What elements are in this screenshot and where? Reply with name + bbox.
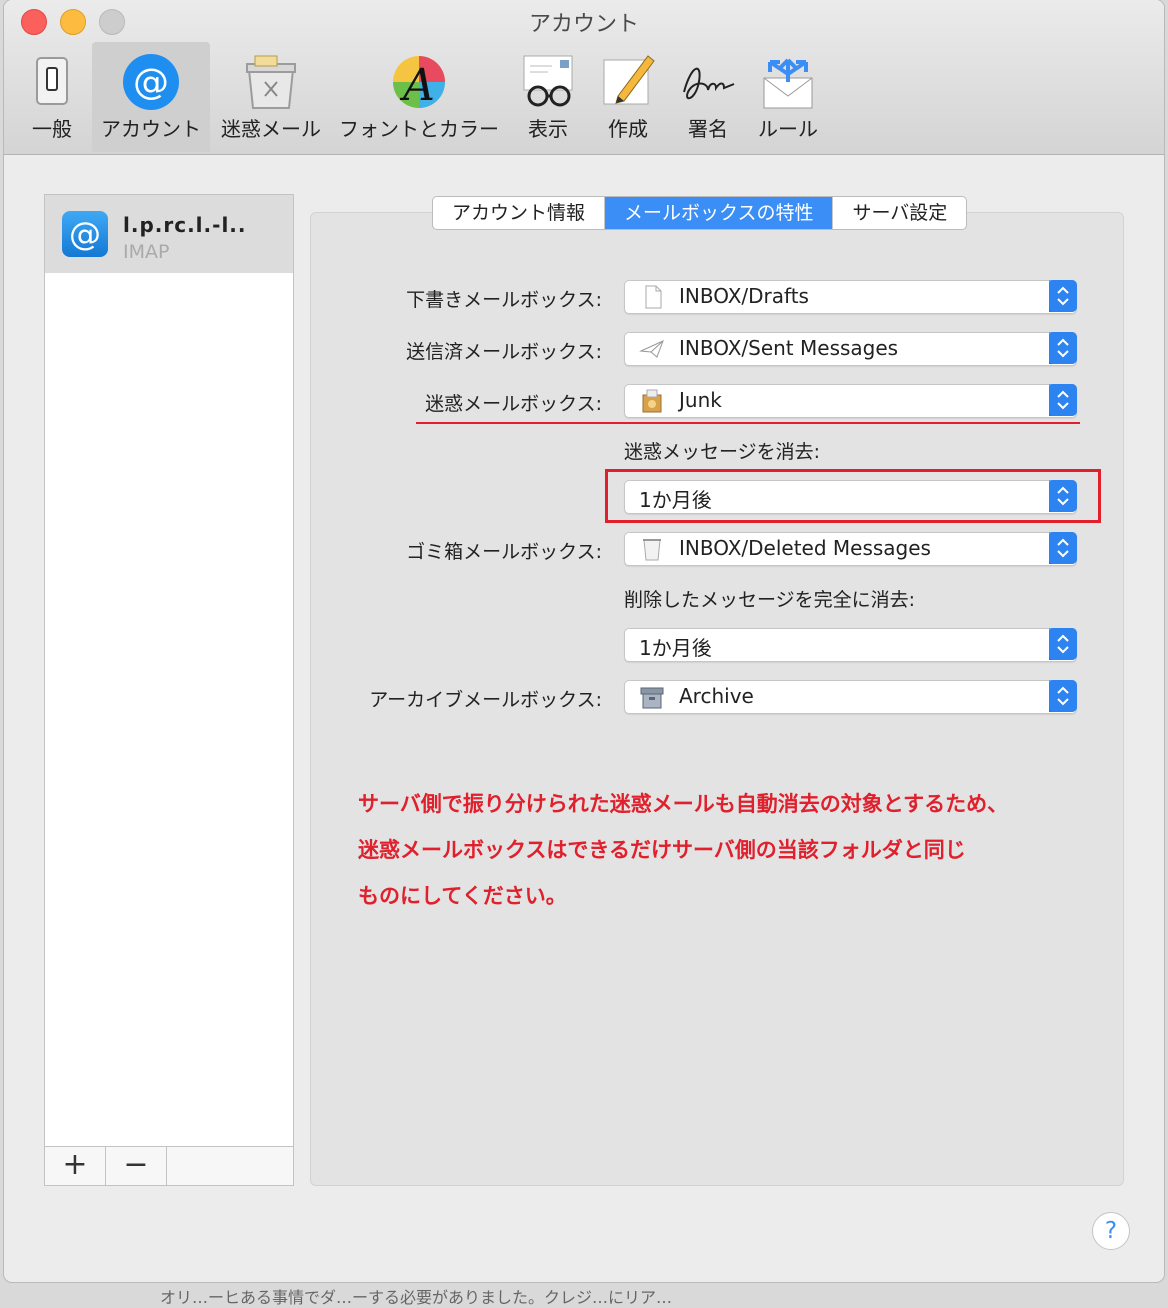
drafts-mailbox-label: 下書きメールボックス: [406, 289, 602, 311]
sent-mailbox-popup[interactable]: INBOX/Sent Messages [624, 332, 1077, 366]
glasses-icon [523, 55, 573, 107]
annotation-line-1: サーバ側で振り分けられた迷惑メールも自動消去の対象とするため、 [358, 792, 1009, 816]
tab-mailbox-behaviors[interactable]: メールボックスの特性 [605, 197, 834, 229]
chevron-updown-icon [1049, 332, 1077, 364]
drafts-mailbox-popup[interactable]: INBOX/Drafts [624, 280, 1077, 314]
svg-text:@: @ [133, 62, 169, 103]
toolbar-general-label: 一般 [32, 117, 72, 141]
add-account-button[interactable]: + [45, 1147, 106, 1185]
junk-erase-label: 迷惑メッセージを消去: [624, 441, 821, 463]
account-list-item[interactable]: @ l.p.rc.l.-l.. IMAP [45, 195, 293, 273]
tab-account-info[interactable]: アカウント情報 [433, 197, 606, 229]
signature-icon [683, 67, 735, 100]
archive-mailbox-popup[interactable]: Archive [624, 680, 1077, 714]
account-list-controls: + − [45, 1146, 293, 1185]
junk-erase-popup[interactable]: 1か月後 [624, 480, 1077, 514]
account-list: @ l.p.rc.l.-l.. IMAP + − [44, 194, 294, 1186]
toolbar-general[interactable]: 一般 [14, 42, 90, 152]
window-title: アカウント [528, 12, 639, 37]
pencil-icon [603, 55, 655, 105]
toolbar-fonts-colors-label: フォントとカラー [339, 117, 499, 141]
toolbar-viewing[interactable]: 表示 [512, 42, 584, 152]
account-name: l.p.rc.l.-l.. [123, 213, 247, 237]
drafts-mailbox-value: INBOX/Drafts [679, 284, 809, 308]
trash-mailbox-popup[interactable]: INBOX/Deleted Messages [624, 532, 1077, 566]
sent-mailbox-value: INBOX/Sent Messages [679, 336, 899, 360]
paper-plane-icon [639, 340, 664, 358]
toolbar-junk-label: 迷惑メール [221, 117, 321, 141]
archive-mailbox-label: アーカイブメールボックス: [369, 689, 602, 711]
toolbar-rules-label: ルール [758, 117, 818, 141]
junk-mailbox-label: 迷惑メールボックス: [425, 393, 602, 415]
trash-icon [643, 539, 661, 561]
junk-box-icon [642, 389, 662, 413]
trash-mailbox-value: INBOX/Deleted Messages [679, 536, 931, 560]
archive-box-icon [640, 687, 664, 709]
preferences-window: アカウント 一般 @ アカウント 迷惑メール A フォントとカラー 表示 作成 … [4, 0, 1164, 1282]
titlebar: アカウント 一般 @ アカウント 迷惑メール A フォントとカラー 表示 作成 … [4, 0, 1164, 155]
annotation-line-2: 迷惑メールボックスはできるだけサーバ側の当該フォルダと同じ [358, 838, 966, 862]
font-color-icon: A [393, 56, 445, 111]
toolbar-accounts[interactable]: @ アカウント [92, 42, 210, 152]
trash-erase-popup[interactable]: 1か月後 [624, 628, 1077, 662]
toolbar-composing-label: 作成 [608, 117, 648, 141]
svg-text:A: A [399, 60, 435, 111]
help-button[interactable]: ? [1092, 1212, 1130, 1250]
trash-erase-label: 削除したメッセージを完全に消去: [624, 589, 916, 611]
toolbar-fonts-colors[interactable]: A フォントとカラー [332, 42, 506, 152]
chevron-updown-icon [1049, 384, 1077, 416]
chevron-updown-icon [1049, 280, 1077, 312]
toolbar-signatures-label: 署名 [688, 117, 728, 141]
junk-erase-value: 1か月後 [639, 488, 712, 512]
trash-erase-value: 1か月後 [639, 636, 712, 660]
toolbar-rules[interactable]: ルール [752, 42, 824, 152]
at-sign-icon: @ [62, 211, 108, 257]
trash-mailbox-label: ゴミ箱メールボックス: [406, 541, 602, 563]
toolbar-composing[interactable]: 作成 [592, 42, 664, 152]
toolbar-accounts-label: アカウント [101, 117, 201, 141]
chevron-updown-icon [1049, 628, 1077, 660]
junk-mailbox-value: Junk [679, 388, 722, 412]
junk-mailbox-popup[interactable]: Junk [624, 384, 1077, 418]
toolbar-viewing-label: 表示 [528, 117, 568, 141]
annotation-line-3: ものにしてください。 [358, 884, 567, 908]
rules-envelope-icon [763, 58, 813, 109]
tab-bar: アカウント情報 メールボックスの特性 サーバ設定 [432, 196, 968, 230]
toolbar-signatures[interactable]: 署名 [668, 42, 748, 152]
chevron-updown-icon [1049, 680, 1077, 712]
junk-trash-icon [246, 55, 296, 109]
tab-server-settings[interactable]: サーバ設定 [833, 197, 966, 229]
chevron-updown-icon [1049, 480, 1077, 512]
toolbar-junk[interactable]: 迷惑メール [214, 42, 328, 152]
switch-icon [36, 57, 68, 105]
account-type: IMAP [123, 241, 170, 263]
background-window-text: オリ…ーヒある事情でダ…ーする必要がありました。クレジ…にリア… [160, 1288, 673, 1307]
sent-mailbox-label: 送信済メールボックス: [406, 341, 602, 363]
archive-mailbox-value: Archive [679, 684, 754, 708]
at-sign-icon: @ [123, 54, 179, 110]
annotation-underline [416, 422, 1080, 424]
document-icon [645, 285, 662, 309]
remove-account-button[interactable]: − [106, 1147, 167, 1185]
chevron-updown-icon [1049, 532, 1077, 564]
